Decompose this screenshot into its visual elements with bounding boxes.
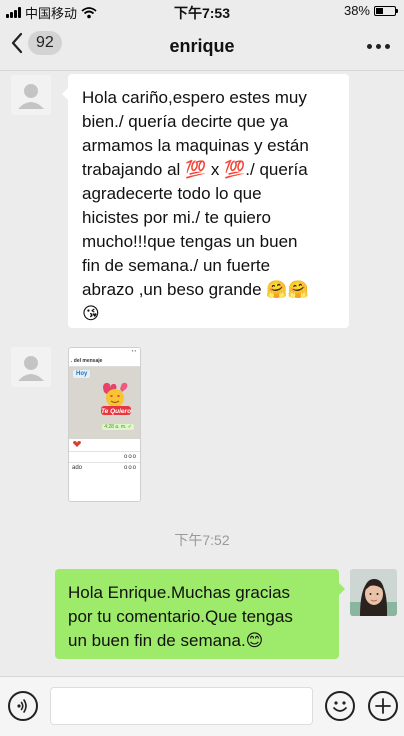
message-line: trabajando al 💯 x 💯./ quería: [82, 160, 308, 179]
input-bar: [0, 676, 404, 736]
voice-icon: [17, 699, 27, 713]
default-avatar-icon: [11, 75, 51, 115]
status-left: 中国移动: [6, 3, 97, 22]
default-avatar-icon: [11, 347, 51, 387]
chat-timestamp: 下午7:52: [174, 532, 230, 548]
status-right: 38%: [343, 3, 398, 18]
signal-icon: [6, 7, 21, 18]
battery-percent: 38%: [343, 3, 370, 18]
thumbnail-header: . del mensaje: [69, 356, 140, 367]
message-input[interactable]: [50, 687, 313, 725]
thumbnail-chat: Hoy Te Quiero 4:28 a. m. ✓: [69, 367, 140, 439]
sticker-caption: Te Quiero: [101, 408, 131, 415]
message-line: fin de semana./ un fuerte: [82, 256, 271, 275]
contact-avatar[interactable]: [11, 347, 51, 387]
contact-avatar[interactable]: [11, 75, 51, 115]
thumbnail-status-bar: ▪︎ ▪︎: [132, 348, 136, 353]
plus-button[interactable]: [368, 691, 398, 721]
incoming-message-bubble[interactable]: Hola cariño,espero estes muy bien./ quer…: [62, 74, 349, 328]
heart-icon: [73, 441, 81, 447]
message-line: armamos la maquinas y están: [82, 136, 309, 155]
carrier-label: 中国移动: [25, 6, 78, 21]
message-line: por tu comentario.Que tengas: [68, 607, 293, 626]
image-message[interactable]: ▪︎ ▪︎ . del mensaje Hoy Te Quiero 4:28 a…: [68, 347, 141, 502]
thumbnail-row: ooo: [69, 451, 140, 462]
user-photo-image: [350, 569, 397, 616]
status-bar: 中国移动 下午7:53 38%: [0, 0, 404, 22]
more-options-button[interactable]: [367, 44, 390, 49]
message-line: hicistes por mi./ te quiero: [82, 208, 271, 227]
user-avatar[interactable]: [350, 569, 397, 616]
outgoing-message-bubble[interactable]: Hola Enrique.Muchas gracias por tu comen…: [55, 569, 345, 659]
wifi-icon: [81, 6, 97, 18]
message-line: bien./ quería decirte que ya: [82, 112, 289, 131]
unread-count-badge: 92: [28, 31, 62, 55]
message-line: mucho!!!que tengas un buen: [82, 232, 298, 251]
te-quiero-sticker-image: Te Quiero: [101, 382, 131, 415]
dot-icon: [376, 44, 381, 49]
back-button[interactable]: 92: [10, 31, 62, 55]
thumbnail-reaction: [69, 439, 140, 451]
message-line: agradecerte todo lo que: [82, 184, 262, 203]
thumbnail-row: ado ooo: [69, 462, 140, 473]
thumbnail-time: 4:28 a. m. ✓: [102, 424, 134, 430]
message-line: abrazo ,un beso grande 🤗🤗: [82, 280, 309, 299]
battery-icon: [374, 5, 398, 16]
emoji-icon: [333, 701, 347, 712]
message-line: 😘: [82, 304, 100, 323]
message-line: Hola Enrique.Muchas gracias: [68, 583, 291, 602]
message-line: un buen fin de semana.😊: [68, 631, 264, 650]
dot-icon: [385, 44, 390, 49]
voice-button[interactable]: [8, 691, 38, 721]
chat-header: 92 enrique: [0, 22, 404, 71]
plus-icon: [375, 698, 391, 714]
dot-icon: [367, 44, 372, 49]
emoji-button[interactable]: [325, 691, 355, 721]
chevron-left-icon: [11, 32, 23, 54]
message-line: Hola cariño,espero estes muy: [82, 88, 307, 107]
thumbnail-date-tag: Hoy: [73, 370, 91, 378]
